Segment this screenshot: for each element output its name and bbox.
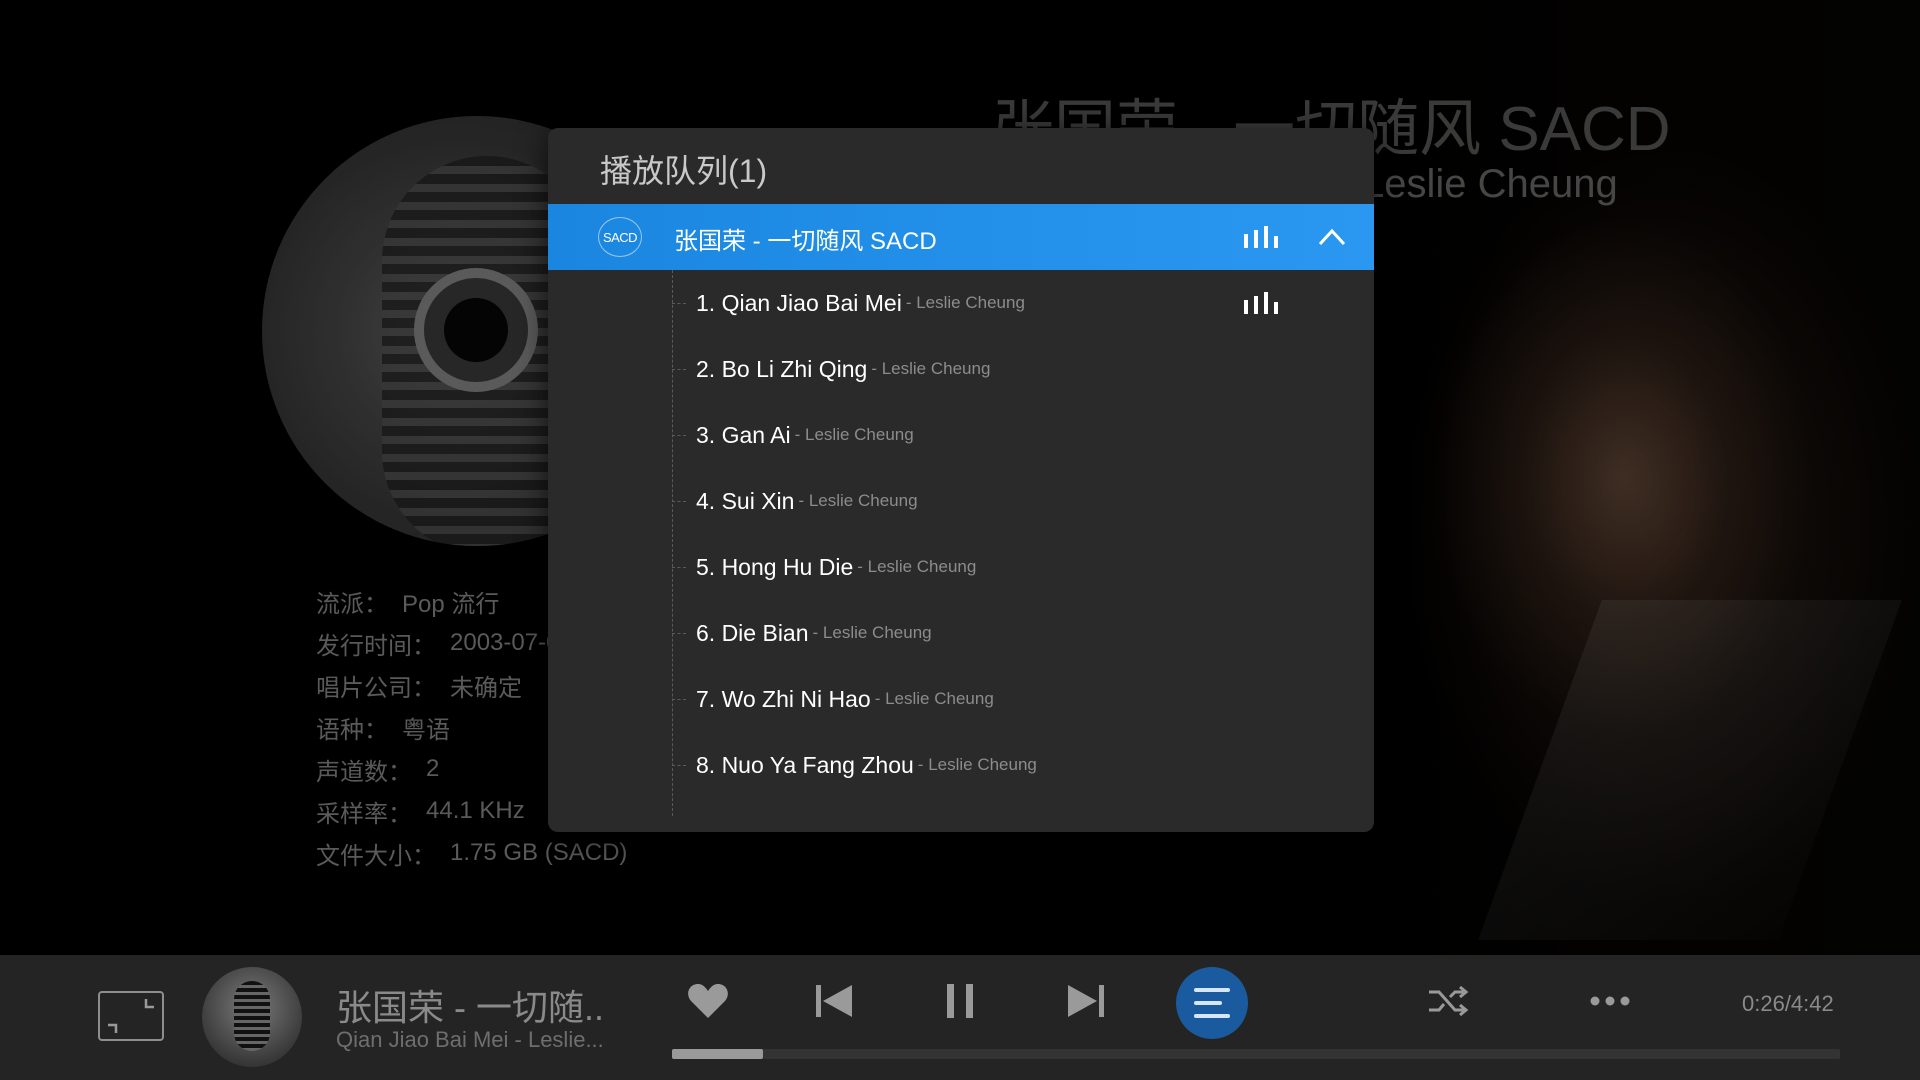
pause-button[interactable] [934, 975, 986, 1027]
track-artist: Leslie Cheung [906, 293, 1025, 313]
next-button[interactable] [1060, 975, 1112, 1027]
track-artist: Leslie Cheung [918, 755, 1037, 775]
playback-time: 0:26/4:42 [1742, 991, 1834, 1016]
queue-track-5[interactable]: 5. Hong Hu Die Leslie Cheung [672, 534, 1374, 600]
queue-track-1[interactable]: 1. Qian Jiao Bai Mei Leslie Cheung [672, 270, 1374, 336]
track-artist: Leslie Cheung [857, 557, 977, 577]
track-artist: Leslie Cheung [875, 689, 994, 709]
track-name: 4. Sui Xin [696, 487, 795, 514]
track-name: 3. Gan Ai [696, 421, 791, 448]
now-playing-thumbnail[interactable] [202, 967, 302, 1067]
track-artist: Leslie Cheung [798, 491, 918, 511]
now-playing-equalizer-icon [1244, 292, 1278, 314]
shuffle-button[interactable] [1422, 975, 1474, 1027]
favorite-button[interactable] [682, 975, 734, 1027]
queue-track-6[interactable]: 6. Die Bian Leslie Cheung [672, 600, 1374, 666]
queue-album-group[interactable]: SACD 张国荣 - 一切随风 SACD [548, 204, 1374, 270]
track-artist: Leslie Cheung [795, 425, 914, 445]
queue-list-button[interactable] [1176, 967, 1248, 1039]
track-name: 6. Die Bian [696, 619, 809, 646]
next-icon [1068, 985, 1104, 1017]
more-icon [1590, 996, 1630, 1006]
track-name: 5. Hong Hu Die [696, 553, 854, 580]
queue-album-name: 张国荣 - 一切随风 SACD [674, 228, 937, 255]
player-bar: 张国荣 - 一切随.. Qian Jiao Bai Mei - Leslie..… [0, 955, 1920, 1080]
queue-track-4[interactable]: 4. Sui Xin Leslie Cheung [672, 468, 1374, 534]
fullscreen-exit-icon [108, 999, 154, 1033]
progress-fill [672, 1049, 764, 1059]
queue-track-7[interactable]: 7. Wo Zhi Ni Hao Leslie Cheung [672, 666, 1374, 732]
queue-track-8[interactable]: 8. Nuo Ya Fang Zhou Leslie Cheung [672, 732, 1374, 798]
chevron-up-icon[interactable] [1318, 226, 1346, 248]
previous-button[interactable] [808, 975, 860, 1027]
queue-track-2[interactable]: 2. Bo Li Zhi Qing Leslie Cheung [672, 336, 1374, 402]
queue-track-list: 1. Qian Jiao Bai Mei Leslie Cheung 2. Bo… [548, 270, 1374, 832]
queue-track-3[interactable]: 3. Gan Ai Leslie Cheung [672, 402, 1374, 468]
heart-icon [688, 984, 728, 1018]
fullscreen-exit-button[interactable] [98, 991, 164, 1041]
now-playing-title: 张国荣 - 一切随.. [336, 987, 604, 1028]
track-artist: Leslie Cheung [871, 359, 991, 379]
track-name: 2. Bo Li Zhi Qing [696, 355, 868, 382]
now-playing-subtitle: Qian Jiao Bai Mei - Leslie... [336, 1027, 604, 1052]
previous-icon [816, 985, 852, 1017]
progress-slider[interactable] [672, 1049, 1840, 1059]
play-queue-panel: 播放队列(1) SACD 张国荣 - 一切随风 SACD 1. Qian Jia… [548, 128, 1374, 832]
track-name: 7. Wo Zhi Ni Hao [696, 685, 871, 712]
more-button[interactable] [1584, 975, 1636, 1027]
track-artist: Leslie Cheung [813, 623, 932, 643]
queue-title: 播放队列(1) [600, 153, 768, 189]
track-name: 1. Qian Jiao Bai Mei [696, 289, 902, 316]
pause-icon [947, 984, 973, 1018]
shuffle-icon [1429, 985, 1469, 1017]
queue-list-icon [1194, 988, 1230, 1018]
equalizer-icon [1244, 226, 1278, 248]
sacd-badge: SACD [598, 217, 642, 257]
track-name: 8. Nuo Ya Fang Zhou [696, 751, 914, 778]
